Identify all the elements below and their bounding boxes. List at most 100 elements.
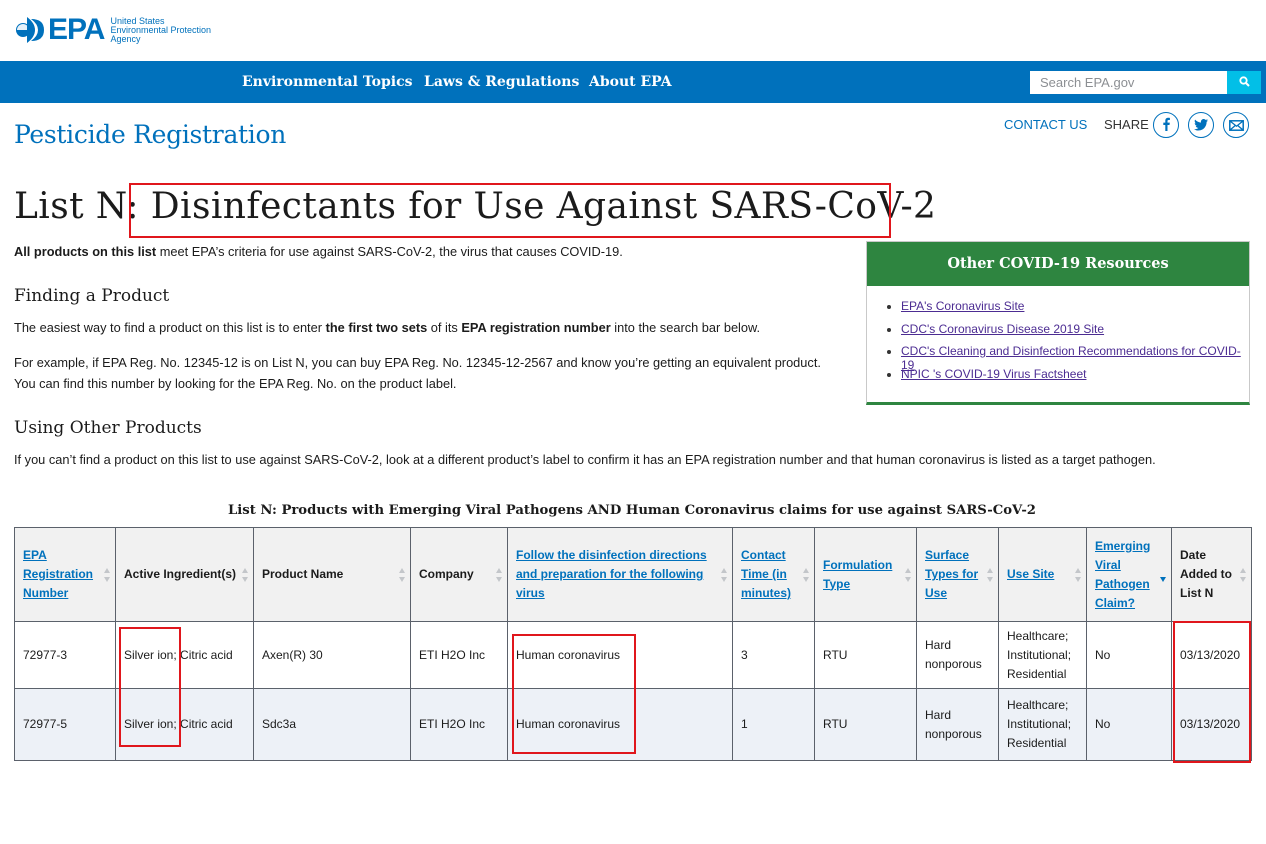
resource-link-epa-coronavirus[interactable]: EPA's Coronavirus Site (901, 299, 1024, 313)
header-label[interactable]: Formulation Type (823, 558, 892, 591)
finding-paragraph-2-line-2: You can find this number by looking for … (14, 376, 457, 391)
resources-list: EPA's Coronavirus Site CDC's Coronavirus… (867, 286, 1249, 389)
nav-environmental-topics[interactable]: Environmental Topics (242, 61, 413, 103)
cell-evp-claim: No (1086, 688, 1172, 761)
col-header-product-name[interactable]: Product Name (253, 527, 411, 622)
list-item: CDC's Coronavirus Disease 2019 Site (887, 322, 1249, 345)
cell-ingredients: Silver ion; Citric acid (115, 621, 254, 689)
cell-virus: Human coronavirus (507, 688, 733, 761)
email-share-button[interactable] (1223, 112, 1249, 138)
col-header-use-site[interactable]: Use Site (998, 527, 1087, 622)
search-input[interactable] (1030, 71, 1227, 94)
twitter-icon (1194, 116, 1208, 135)
cell-formulation: RTU (814, 621, 917, 689)
header-label[interactable]: Surface Types for Use (925, 548, 978, 600)
agency-line: Agency (110, 33, 141, 44)
resource-link-npic-factsheet[interactable]: NPIC 's COVID-19 Virus Factsheet (901, 367, 1086, 381)
cell-date-added: 03/13/2020 (1171, 688, 1252, 761)
nav-about-epa[interactable]: About EPA (589, 61, 672, 103)
sort-icon (905, 567, 912, 582)
col-header-company[interactable]: Company (410, 527, 508, 622)
covid-resources-box: Other COVID-19 Resources EPA's Coronavir… (866, 241, 1250, 405)
col-header-contact-time[interactable]: Contact Time (in minutes) (732, 527, 815, 622)
list-item: NPIC 's COVID-19 Virus Factsheet (887, 367, 1249, 390)
email-icon (1228, 116, 1244, 135)
header-label: Company (419, 567, 474, 581)
list-item: CDC's Cleaning and Disinfection Recommen… (887, 344, 1249, 372)
cell-use-site: Healthcare; Institutional; Residential (998, 688, 1087, 761)
sort-icon-active (1160, 568, 1167, 582)
list-item: EPA's Coronavirus Site (887, 299, 1249, 322)
list-n-table: EPA Registration Number Active Ingredien… (14, 527, 1252, 761)
facebook-share-button[interactable] (1153, 112, 1179, 138)
table-row: 72977-3 Silver ion; Citric acid Axen(R) … (14, 621, 1252, 689)
col-header-active-ingredients[interactable]: Active Ingredient(s) (115, 527, 254, 622)
epa-flower-icon (14, 15, 46, 45)
col-header-registration-number[interactable]: EPA Registration Number (14, 527, 116, 622)
table-header-row: EPA Registration Number Active Ingredien… (14, 527, 1252, 622)
cell-contact-time: 1 (732, 688, 815, 761)
header-label[interactable]: Contact Time (in minutes) (741, 548, 791, 600)
sort-icon (803, 567, 810, 582)
intro-paragraph: All products on this list meet EPA’s cri… (14, 241, 623, 262)
using-other-products-heading: Using Other Products (14, 418, 202, 438)
page-title: List N: Disinfectants for Use Against SA… (14, 186, 937, 227)
text-bold: EPA registration number (461, 320, 611, 335)
text-span: into the search bar below. (610, 320, 761, 335)
col-header-date-added[interactable]: Date Added to List N (1171, 527, 1252, 622)
facebook-icon (1161, 116, 1171, 135)
sort-icon (104, 567, 111, 582)
search-button[interactable] (1227, 71, 1261, 94)
finding-paragraph-2-line-1: For example, if EPA Reg. No. 12345-12 is… (14, 355, 821, 370)
cell-formulation: RTU (814, 688, 917, 761)
twitter-share-button[interactable] (1188, 112, 1214, 138)
cell-company: ETI H2O Inc (410, 621, 508, 689)
cell-ingredients: Silver ion; Citric acid (115, 688, 254, 761)
cell-surface: Hard nonporous (916, 621, 999, 689)
contact-us-link[interactable]: CONTACT US (1004, 117, 1087, 132)
col-header-surface-types[interactable]: Surface Types for Use (916, 527, 999, 622)
table-row: 72977-5 Silver ion; Citric acid Sdc3a ET… (14, 688, 1252, 761)
search-icon (1238, 75, 1250, 90)
col-header-emerging-viral-pathogen-claim[interactable]: Emerging Viral Pathogen Claim? (1086, 527, 1172, 622)
finding-product-heading: Finding a Product (14, 286, 170, 306)
sort-icon (242, 567, 249, 582)
sort-icon (1075, 567, 1082, 582)
sort-icon (1240, 567, 1247, 582)
nav-laws-regulations[interactable]: Laws & Regulations (424, 61, 579, 103)
sort-icon (987, 567, 994, 582)
share-label: SHARE (1104, 117, 1149, 132)
header-label[interactable]: Emerging Viral Pathogen Claim? (1095, 539, 1150, 610)
table-caption: List N: Products with Emerging Viral Pat… (228, 503, 1036, 518)
cell-use-site: Healthcare; Institutional; Residential (998, 621, 1087, 689)
sort-icon (721, 567, 728, 582)
header-label[interactable]: EPA Registration Number (23, 548, 93, 600)
header-label: Product Name (262, 567, 344, 581)
cell-reg-no: 72977-3 (14, 621, 116, 689)
cell-company: ETI H2O Inc (410, 688, 508, 761)
text-bold: the first two sets (325, 320, 428, 335)
epa-logo[interactable]: EPA United States Environmental Protecti… (14, 14, 211, 46)
sort-icon (496, 567, 503, 582)
using-other-products-paragraph: If you can’t find a product on this list… (14, 452, 1156, 467)
intro-text: meet EPA’s criteria for use against SARS… (156, 244, 623, 259)
section-title[interactable]: Pesticide Registration (14, 120, 286, 149)
header-label: Active Ingredient(s) (124, 567, 237, 581)
cell-virus: Human coronavirus (507, 621, 733, 689)
col-header-formulation-type[interactable]: Formulation Type (814, 527, 917, 622)
cell-product: Sdc3a (253, 688, 411, 761)
header-label: Date Added to List N (1180, 548, 1232, 600)
col-header-virus-directions[interactable]: Follow the disinfection directions and p… (507, 527, 733, 622)
cell-date-added: 03/13/2020 (1171, 621, 1252, 689)
header-label[interactable]: Follow the disinfection directions and p… (516, 548, 707, 600)
resource-link-cdc-covid[interactable]: CDC's Coronavirus Disease 2019 Site (901, 322, 1104, 336)
agency-name: United States Environmental Protection A… (110, 16, 211, 44)
cell-reg-no: 72977-5 (14, 688, 116, 761)
cell-evp-claim: No (1086, 621, 1172, 689)
cell-product: Axen(R) 30 (253, 621, 411, 689)
epa-wordmark: EPA (48, 13, 105, 46)
cell-surface: Hard nonporous (916, 688, 999, 761)
sort-icon (399, 567, 406, 582)
header-label[interactable]: Use Site (1007, 567, 1054, 581)
cell-contact-time: 3 (732, 621, 815, 689)
